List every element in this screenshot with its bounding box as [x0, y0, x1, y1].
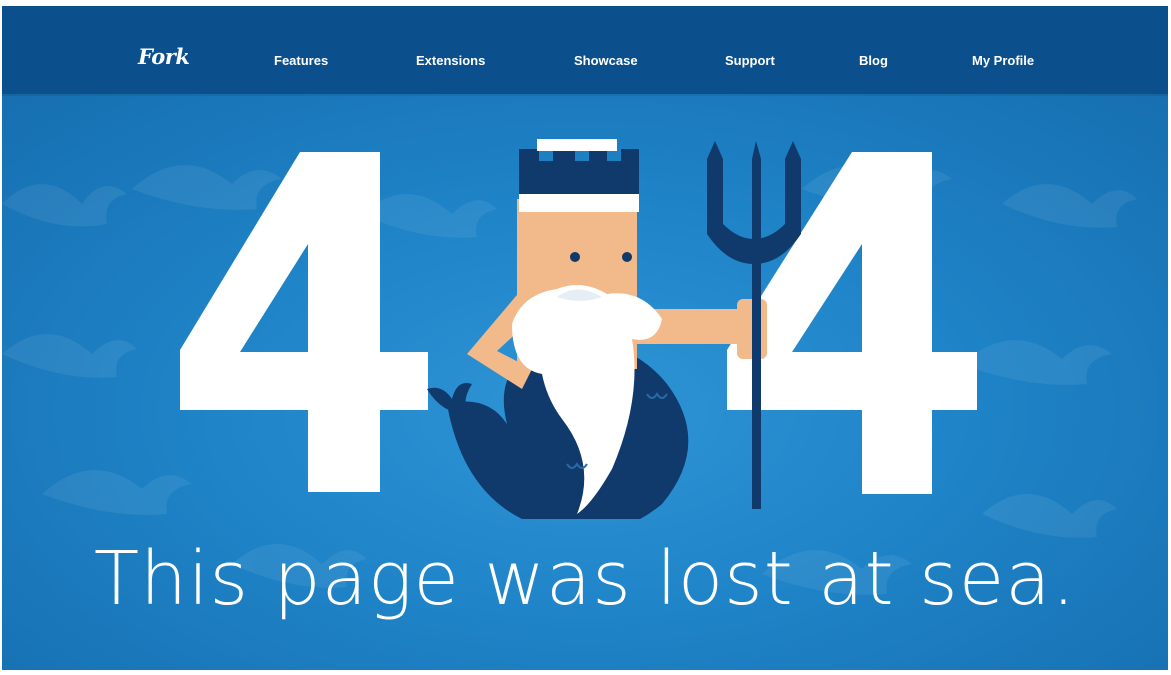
hero-404: This page was lost at sea.: [2, 94, 1168, 670]
page-frame: Fork Features Extensions Showcase Suppor…: [2, 6, 1168, 670]
nav-item-support[interactable]: Support: [725, 53, 775, 68]
lost-at-sea-message: This page was lost at sea.: [93, 536, 1077, 622]
nav-item-features[interactable]: Features: [274, 53, 328, 68]
fork-logo[interactable]: Fork: [138, 44, 190, 69]
top-navbar: Fork Features Extensions Showcase Suppor…: [2, 6, 1168, 94]
nav-item-my-profile[interactable]: My Profile: [972, 53, 1034, 68]
neptune-illustration: [427, 139, 801, 519]
nav-item-blog[interactable]: Blog: [859, 53, 888, 68]
nav-item-showcase[interactable]: Showcase: [574, 53, 638, 68]
nav-item-extensions[interactable]: Extensions: [416, 53, 485, 68]
